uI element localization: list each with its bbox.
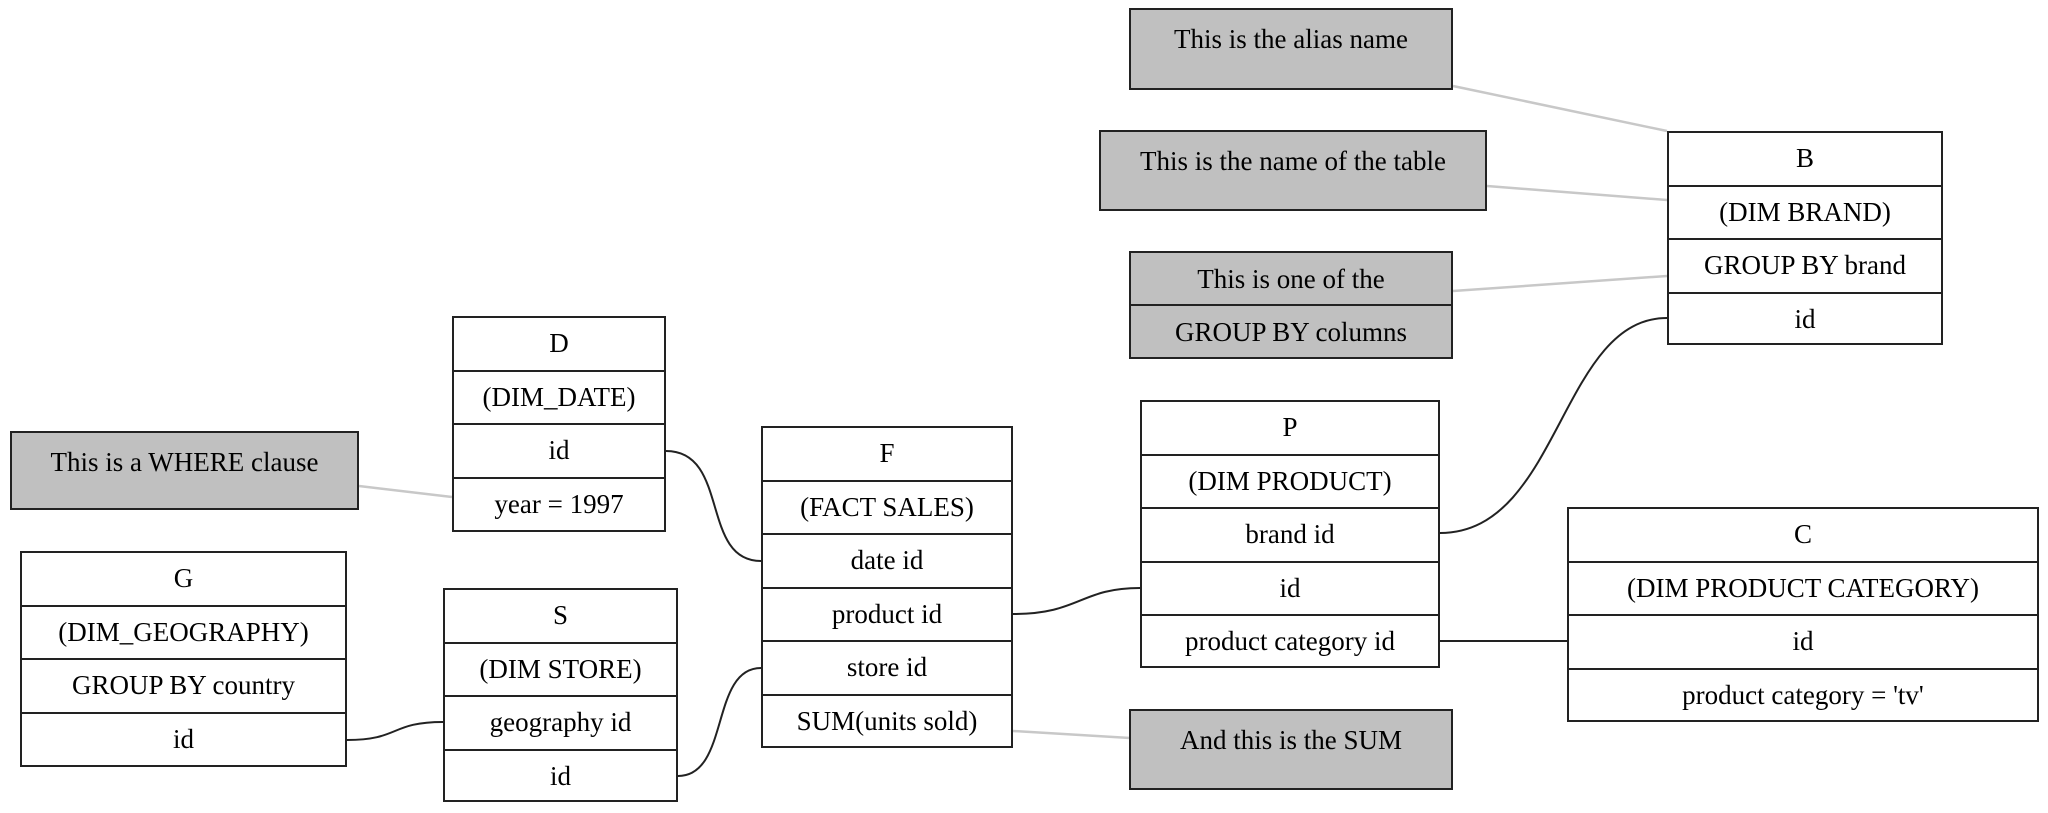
table-name: (DIM_DATE) xyxy=(454,372,664,425)
table-alias: C xyxy=(1569,509,2037,563)
table-field: id xyxy=(1794,303,1816,334)
join-edge-p-b xyxy=(1439,317,1668,534)
table-field: store id xyxy=(763,642,1011,696)
table-field: id xyxy=(549,760,571,791)
table-field: date id xyxy=(763,535,1011,589)
table-name: (DIM STORE) xyxy=(445,644,676,697)
note-text: GROUP BY columns xyxy=(1174,317,1408,347)
table-alias: D xyxy=(454,318,664,372)
table-name: (DIM BRAND) xyxy=(1669,187,1941,240)
table-s-dim-store[interactable]: S (DIM STORE) geography id id xyxy=(443,588,678,802)
note-text: This is one of the xyxy=(1131,253,1451,306)
table-field: id xyxy=(1142,563,1438,616)
join-edge-f-p xyxy=(1012,587,1141,615)
annotation-edge-group-by xyxy=(1452,274,1668,293)
table-field: brand id xyxy=(1142,509,1438,563)
note-alias-name: This is the alias name xyxy=(1129,8,1453,90)
join-edge-s-f xyxy=(677,667,762,777)
table-field: SUM(units sold) xyxy=(796,705,978,736)
table-g-dim-geography[interactable]: G (DIM_GEOGRAPHY) GROUP BY country id xyxy=(20,551,347,767)
note-table-name: This is the name of the table xyxy=(1099,130,1487,211)
table-alias: S xyxy=(445,590,676,644)
table-f-fact-sales[interactable]: F (FACT SALES) date id product id store … xyxy=(761,426,1013,748)
table-d-dim-date[interactable]: D (DIM_DATE) id year = 1997 xyxy=(452,316,666,532)
table-field: geography id xyxy=(445,697,676,751)
annotation-edge-where xyxy=(358,484,453,499)
table-c-dim-product-category[interactable]: C (DIM PRODUCT CATEGORY) id product cate… xyxy=(1567,507,2039,722)
annotation-edge-sum xyxy=(1012,729,1131,740)
table-alias: G xyxy=(22,553,345,607)
table-b-dim-brand[interactable]: B (DIM BRAND) GROUP BY brand id xyxy=(1667,131,1943,345)
note-text: This is the name of the table xyxy=(1140,146,1446,176)
table-name: (DIM_GEOGRAPHY) xyxy=(22,607,345,660)
note-text: This is a WHERE clause xyxy=(50,447,319,477)
table-name: (FACT SALES) xyxy=(763,482,1011,535)
table-field: GROUP BY brand xyxy=(1669,240,1941,294)
join-edge-d-f xyxy=(665,450,762,562)
table-name: (DIM PRODUCT CATEGORY) xyxy=(1569,563,2037,616)
table-field: id xyxy=(454,425,664,479)
annotation-edge-alias xyxy=(1452,84,1668,133)
note-sum: And this is the SUM xyxy=(1129,709,1453,790)
note-group-by-columns: This is one of the GROUP BY columns xyxy=(1129,251,1453,359)
table-field: product id xyxy=(763,589,1011,642)
table-p-dim-product[interactable]: P (DIM PRODUCT) brand id id product cate… xyxy=(1140,400,1440,668)
table-field: product category id xyxy=(1185,626,1395,656)
table-alias: P xyxy=(1142,402,1438,456)
table-name: (DIM PRODUCT) xyxy=(1142,456,1438,509)
table-alias: F xyxy=(763,428,1011,482)
table-field: product category = 'tv' xyxy=(1682,679,1924,710)
table-field: GROUP BY country xyxy=(22,660,345,714)
table-alias: B xyxy=(1669,133,1941,187)
note-text: And this is the SUM xyxy=(1179,725,1403,755)
table-field: id xyxy=(172,723,194,754)
note-where-clause: This is a WHERE clause xyxy=(10,431,359,510)
annotation-edge-table-name xyxy=(1486,184,1668,202)
join-edge-g-s xyxy=(346,721,444,741)
table-field: id xyxy=(1569,616,2037,670)
note-text: This is the alias name xyxy=(1174,24,1408,54)
table-field: year = 1997 xyxy=(494,488,624,519)
